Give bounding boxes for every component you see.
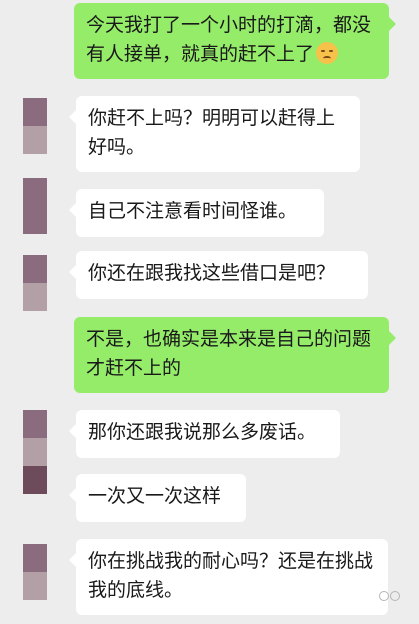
sent-message-bubble[interactable]: 不是，也确实是本来是自己的问题才赶不上的 (74, 317, 396, 393)
message-text: 一次又一次这样 (88, 485, 222, 507)
message-text: 你赶不上吗？明明可以赶得上好吗。 (88, 107, 336, 158)
pensive-face-icon (316, 42, 339, 64)
contact-avatar[interactable] (23, 410, 47, 494)
message-text: 自己不注意看时间怪谁。 (88, 200, 298, 222)
message-text: 你还在跟我找这些借口是吧？ (88, 262, 336, 284)
message-text: 不是，也确实是本来是自己的问题才赶不上的 (86, 328, 372, 379)
received-message-bubble[interactable]: 自己不注意看时间怪谁。 (69, 189, 324, 237)
received-message-bubble[interactable]: 你赶不上吗？明明可以赶得上好吗。 (69, 96, 360, 172)
watermark-icon (379, 588, 401, 602)
message-text: 那你还跟我说那么多废话。 (88, 421, 317, 443)
contact-avatar[interactable] (23, 255, 47, 311)
received-message-bubble[interactable]: 那你还跟我说那么多废话。 (69, 410, 340, 458)
message-text: 你在挑战我的耐心吗？还是在挑战我的底线。 (88, 550, 374, 601)
received-message-bubble[interactable]: 你还在跟我找这些借口是吧？ (69, 251, 368, 299)
received-message-bubble[interactable]: 你在挑战我的耐心吗？还是在挑战我的底线。 (69, 539, 388, 615)
contact-avatar[interactable] (23, 98, 47, 154)
sent-message-bubble[interactable]: 今天我打了一个小时的打滴，都没有人接单，就真的赶不上了 (74, 3, 396, 79)
contact-avatar[interactable] (23, 178, 47, 234)
received-message-bubble[interactable]: 一次又一次这样 (69, 474, 246, 522)
contact-avatar[interactable] (23, 544, 47, 600)
